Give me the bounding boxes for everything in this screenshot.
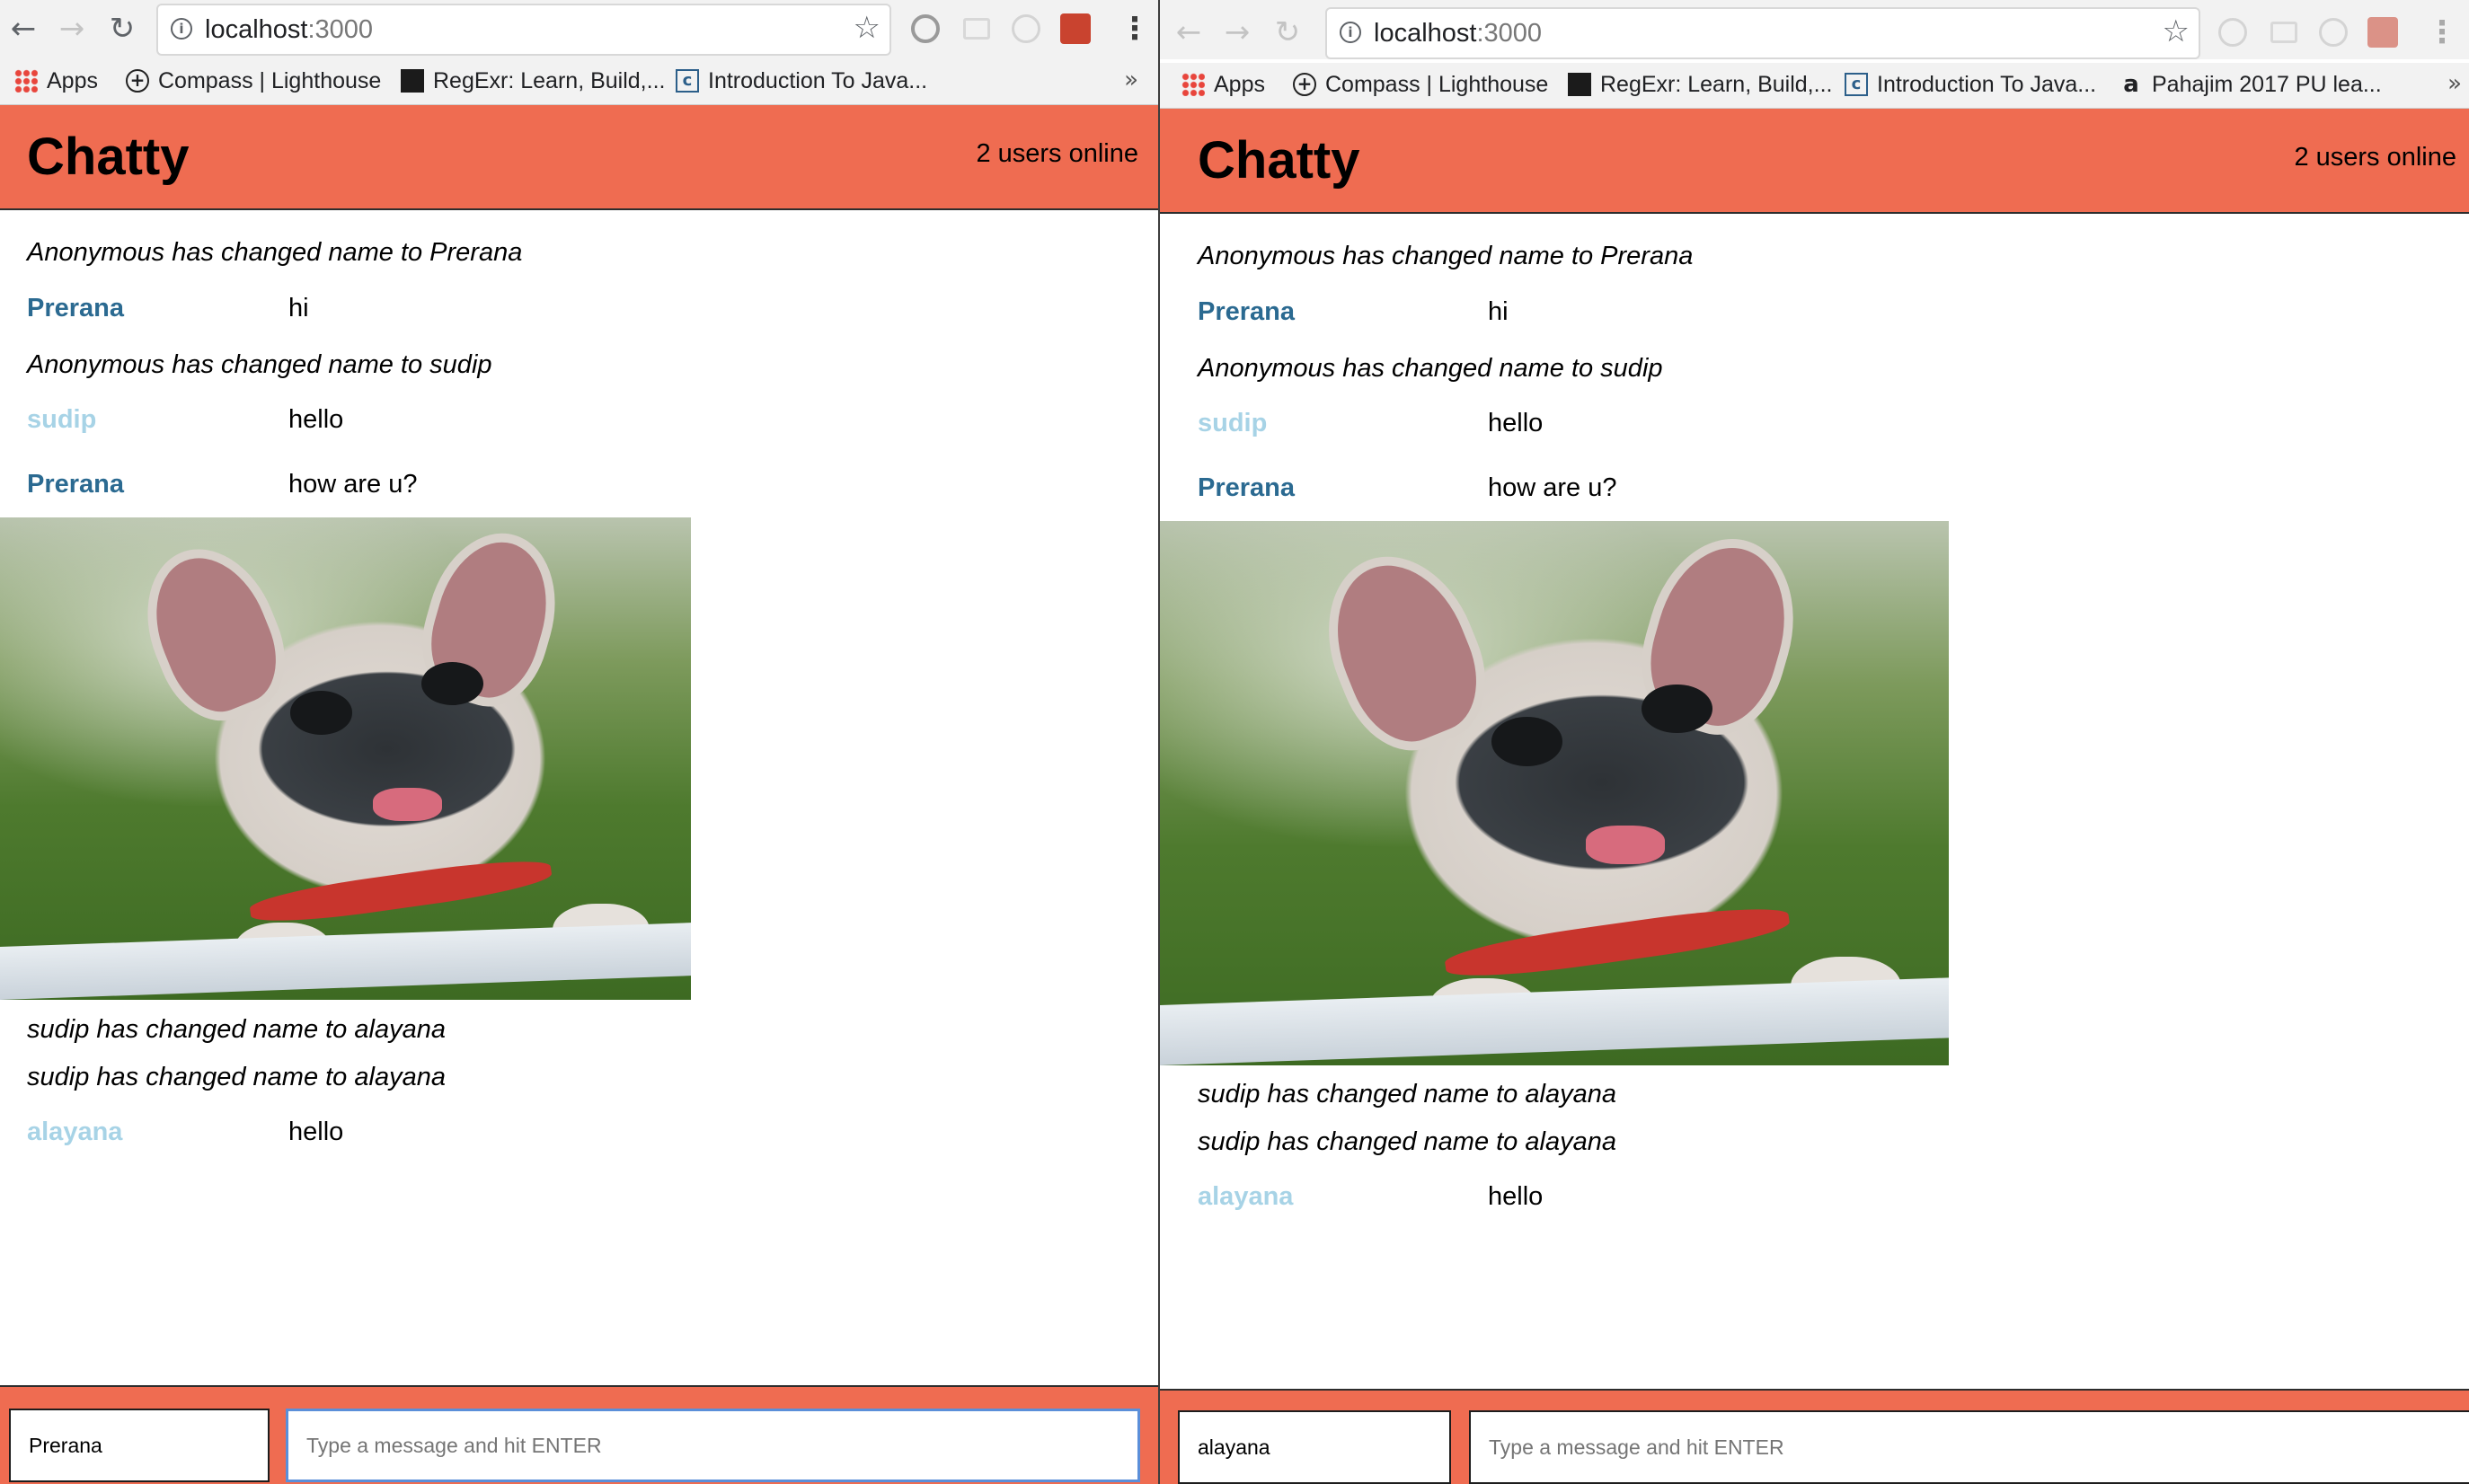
bookmark-regexr[interactable]: RegExr: Learn, Build,... [1568, 68, 1832, 101]
forward-icon[interactable]: → [52, 9, 92, 49]
extension-circle-icon[interactable] [2319, 18, 2348, 47]
message-username: Prerana [1198, 473, 1296, 502]
url-text: localhost:3000 [1374, 19, 1543, 48]
app-header: Chatty 2 users online [1160, 109, 2469, 214]
bookmark-compass[interactable]: + Compass | Lighthouse [126, 65, 386, 97]
reload-icon[interactable]: ↻ [102, 9, 142, 49]
amazon-icon: a [2123, 71, 2139, 98]
course-icon: c [1845, 73, 1868, 96]
info-icon[interactable]: i [171, 18, 192, 40]
forward-icon[interactable]: → [1217, 13, 1257, 52]
browser-window-right: ← → ↻ i localhost:3000 ☆ ⋮ Apps + Compass… [1160, 0, 2469, 1484]
french-bulldog-photo [1160, 521, 1949, 1065]
back-icon[interactable]: ← [1169, 13, 1208, 52]
browser-menu-icon[interactable]: ⋮ [2427, 14, 2457, 50]
users-online-count: 2 users online [976, 139, 1138, 168]
users-online-count: 2 users online [2294, 143, 2456, 172]
app-title: Chatty [27, 128, 190, 186]
system-notice: Anonymous has changed name to sudip [27, 350, 492, 379]
message-content: hello [1488, 409, 1544, 437]
system-notice: Anonymous has changed name to Prerana [27, 238, 523, 267]
back-icon[interactable]: ← [4, 9, 43, 49]
reload-icon[interactable]: ↻ [1268, 13, 1307, 52]
french-bulldog-photo [0, 517, 691, 1000]
app-header: Chatty 2 users online [0, 105, 1158, 210]
bookmark-apps[interactable]: Apps [14, 65, 98, 97]
message-username: sudip [27, 405, 97, 434]
browser-window-left: ← → ↻ i localhost:3000 ☆ ⋮ Apps + Compass… [0, 0, 1158, 1484]
username-input[interactable] [1178, 1410, 1451, 1484]
app-title: Chatty [1198, 131, 1360, 190]
bookmarks-bar: Apps + Compass | Lighthouse RegExr: Learn… [1160, 63, 2469, 109]
address-bar[interactable]: i localhost:3000 ☆ [156, 4, 891, 56]
extension-sync-icon[interactable] [2218, 18, 2247, 47]
bookmarks-overflow-icon[interactable]: » [2447, 70, 2462, 97]
browser-toolbar: ← → ↻ i localhost:3000 ☆ ⋮ [1160, 0, 2469, 59]
message-content: hello [288, 1117, 344, 1146]
regexr-icon [1568, 73, 1591, 96]
bookmark-star-icon[interactable]: ☆ [854, 10, 881, 46]
browser-toolbar: ← → ↻ i localhost:3000 ☆ ⋮ [0, 0, 1158, 59]
apps-grid-icon [14, 69, 38, 93]
chat-footer [1160, 1389, 2469, 1484]
bookmark-intro-java[interactable]: c Introduction To Java... [1845, 68, 2096, 101]
message-username: alayana [1198, 1182, 1294, 1211]
system-notice: sudip has changed name to alayana [27, 1063, 446, 1091]
extension-sync-icon[interactable] [911, 14, 940, 43]
bookmarks-bar: Apps + Compass | Lighthouse RegExr: Learn… [0, 59, 1158, 105]
extension-red-icon[interactable] [2367, 17, 2398, 48]
extension-red-icon[interactable] [1060, 13, 1091, 44]
url-text: localhost:3000 [205, 15, 374, 44]
extension-cast-icon[interactable] [963, 18, 990, 40]
bookmark-compass[interactable]: + Compass | Lighthouse [1293, 68, 1553, 101]
course-icon: c [676, 69, 699, 93]
chat-footer [0, 1385, 1158, 1484]
message-content: hello [1488, 1182, 1544, 1211]
system-notice: Anonymous has changed name to Prerana [1198, 242, 1694, 270]
message-username: Prerana [27, 294, 125, 322]
browser-menu-icon[interactable]: ⋮ [1119, 11, 1150, 47]
message-username: alayana [27, 1117, 123, 1146]
bookmark-star-icon[interactable]: ☆ [2163, 13, 2190, 49]
info-icon[interactable]: i [1340, 22, 1361, 43]
apps-grid-icon [1181, 73, 1205, 96]
bookmark-pahajim[interactable]: a Pahajim 2017 PU lea... [2119, 68, 2381, 101]
message-username: Prerana [1198, 297, 1296, 326]
message-content: hi [1488, 297, 1509, 326]
system-notice: sudip has changed name to alayana [27, 1015, 446, 1044]
message-content: hello [288, 405, 344, 434]
regexr-icon [401, 69, 424, 93]
message-username: sudip [1198, 409, 1268, 437]
message-input[interactable] [1469, 1410, 2469, 1484]
extension-cast-icon[interactable] [2270, 22, 2297, 43]
address-bar[interactable]: i localhost:3000 ☆ [1325, 7, 2200, 59]
extension-circle-icon[interactable] [1012, 14, 1040, 43]
bookmarks-overflow-icon[interactable]: » [1124, 66, 1138, 93]
bookmark-apps[interactable]: Apps [1181, 68, 1265, 101]
message-input[interactable] [286, 1409, 1140, 1482]
message-username: Prerana [27, 470, 125, 499]
compass-plus-icon: + [126, 69, 149, 93]
system-notice: Anonymous has changed name to sudip [1198, 354, 1663, 383]
system-notice: sudip has changed name to alayana [1198, 1080, 1616, 1109]
username-input[interactable] [9, 1409, 270, 1482]
message-content: how are u? [1488, 473, 1617, 502]
compass-plus-icon: + [1293, 73, 1316, 96]
bookmark-regexr[interactable]: RegExr: Learn, Build,... [401, 65, 665, 97]
bookmark-intro-java[interactable]: c Introduction To Java... [676, 65, 927, 97]
system-notice: sudip has changed name to alayana [1198, 1127, 1616, 1156]
message-content: how are u? [288, 470, 418, 499]
message-content: hi [288, 294, 309, 322]
